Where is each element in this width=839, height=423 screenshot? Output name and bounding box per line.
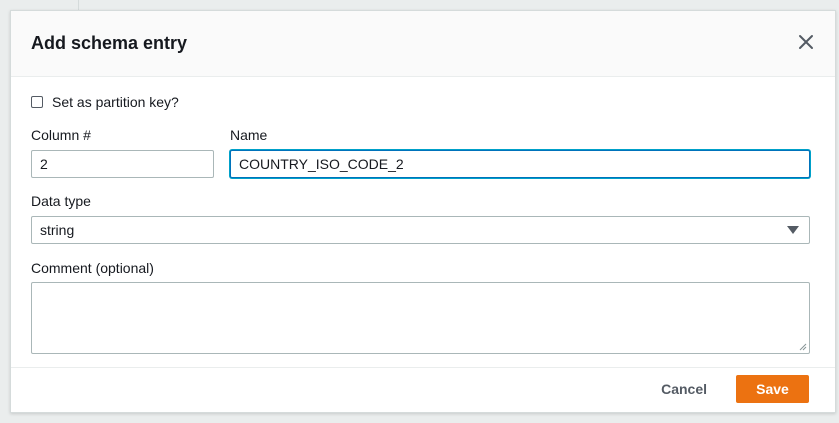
modal-title: Add schema entry xyxy=(31,33,188,53)
modal-header: Add schema entry xyxy=(11,11,835,77)
modal-footer: Cancel Save xyxy=(11,367,835,412)
caret-down-icon xyxy=(787,226,799,234)
partition-key-row[interactable]: Set as partition key? xyxy=(31,93,179,111)
save-button[interactable]: Save xyxy=(736,375,809,403)
data-type-selected-value: string xyxy=(40,222,75,238)
background-divider xyxy=(78,0,79,10)
close-button[interactable] xyxy=(795,31,817,53)
cancel-button[interactable]: Cancel xyxy=(661,381,707,397)
partition-key-label: Set as partition key? xyxy=(52,94,179,110)
data-type-label: Data type xyxy=(31,193,91,209)
add-schema-entry-modal: Add schema entry Set as partition key? C… xyxy=(10,10,836,413)
partition-key-checkbox[interactable] xyxy=(31,96,43,108)
name-input[interactable]: COUNTRY_ISO_CODE_2 xyxy=(230,150,810,178)
data-type-select[interactable]: string xyxy=(31,216,810,244)
column-label: Column # xyxy=(31,127,91,143)
column-number-input[interactable]: 2 xyxy=(31,150,214,178)
resize-handle-icon[interactable] xyxy=(799,343,807,351)
close-icon xyxy=(799,35,813,49)
comment-label: Comment (optional) xyxy=(31,260,154,276)
comment-textarea[interactable] xyxy=(31,282,810,354)
name-label: Name xyxy=(230,127,268,143)
